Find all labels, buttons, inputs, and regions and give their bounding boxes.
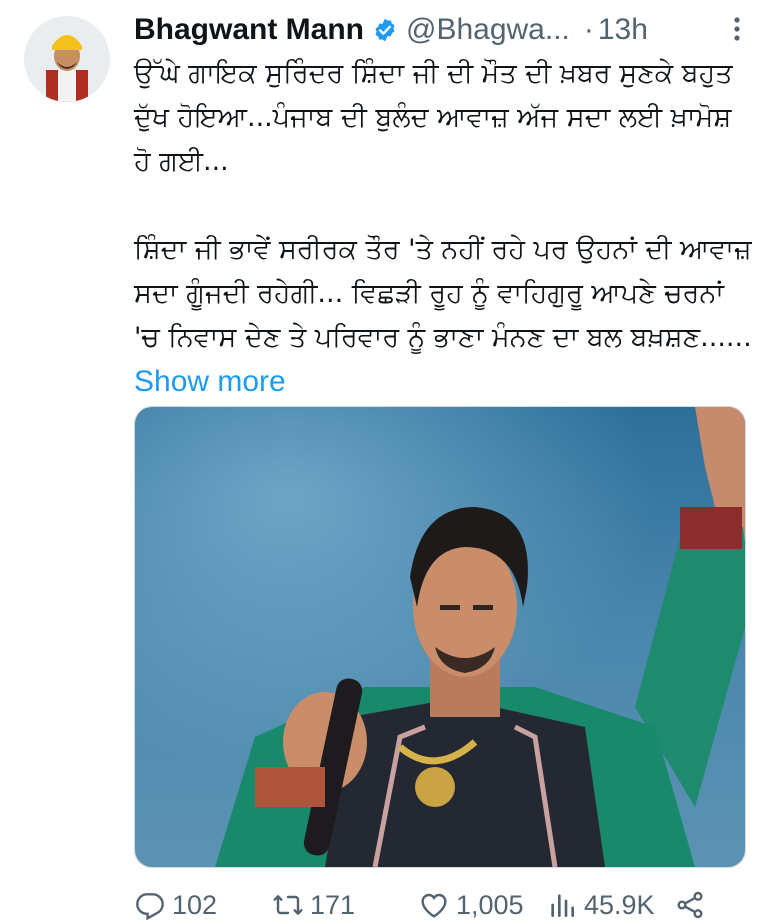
- avatar-photo: [24, 16, 110, 102]
- reply-button[interactable]: 102: [134, 889, 272, 921]
- retweet-button[interactable]: 171: [272, 889, 418, 921]
- reply-icon: [136, 893, 164, 921]
- avatar[interactable]: [24, 16, 110, 102]
- views-count: 45.9K: [584, 889, 655, 920]
- views-icon: [551, 894, 574, 917]
- show-more-link[interactable]: Show more: [134, 365, 286, 398]
- singer-photo: [135, 407, 745, 867]
- more-vertical-icon[interactable]: [730, 14, 744, 44]
- tweet-timestamp[interactable]: 13h: [598, 13, 648, 47]
- verified-badge-icon: [372, 17, 398, 43]
- tweet-action-bar: 102 171 1,005 45.9K: [134, 886, 750, 924]
- share-button[interactable]: [674, 889, 712, 921]
- share-icon: [677, 891, 703, 919]
- views-button[interactable]: 45.9K: [546, 889, 674, 921]
- author-name[interactable]: Bhagwant Mann: [134, 13, 364, 47]
- retweet-icon: [273, 895, 303, 915]
- like-count: 1,005: [456, 889, 524, 920]
- author-handle[interactable]: @Bhagwa...: [406, 13, 570, 47]
- reply-count: 102: [172, 889, 218, 920]
- like-button[interactable]: 1,005: [418, 889, 546, 921]
- tweet-paragraph-2-text: ਸ਼ਿੰਦਾ ਜੀ ਭਾਵੇਂ ਸਰੀਰਕ ਤੌਰ 'ਤੇ ਨਹੀਂ ਰਹੇ ਪ…: [134, 234, 752, 353]
- retweet-count: 171: [310, 889, 356, 920]
- tweet-text: ਉੱਘੇ ਗਾਇਕ ਸੁਰਿੰਦਰ ਸ਼ਿੰਦਾ ਜੀ ਦੀ ਮੌਤ ਦੀ ਖ਼…: [134, 52, 754, 405]
- tweet-photo[interactable]: [134, 406, 746, 868]
- tweet-header: Bhagwant Mann @Bhagwa... · 13h: [134, 10, 750, 50]
- heart-icon: [421, 893, 447, 918]
- tweet-paragraph-1: ਉੱਘੇ ਗਾਇਕ ਸੁਰਿੰਦਰ ਸ਼ਿੰਦਾ ਜੀ ਦੀ ਮੌਤ ਦੀ ਖ਼…: [134, 58, 733, 177]
- tweet-paragraph-2: ਸ਼ਿੰਦਾ ਜੀ ਭਾਵੇਂ ਸਰੀਰਕ ਤੌਰ 'ਤੇ ਨਹੀਂ ਰਹੇ ਪ…: [134, 228, 754, 405]
- separator-dot: ·: [583, 13, 594, 46]
